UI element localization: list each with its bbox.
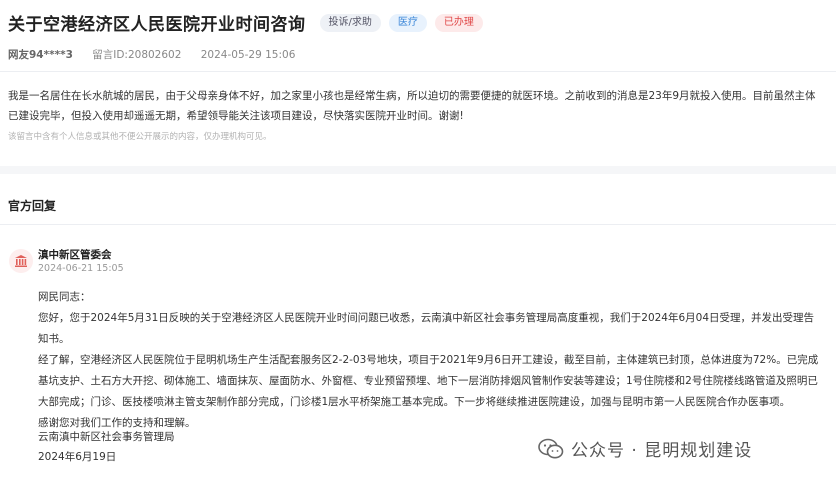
reply-paragraph: 您好，您于2024年5月31日反映的关于空港经济区人民医院开业时间问题已收悉，云… bbox=[38, 312, 815, 345]
privacy-note: 该留言中含有个人信息或其他不便公开展示的内容，仅办理机构可见。 bbox=[8, 132, 272, 142]
official-reply-heading: 官方回复 bbox=[8, 199, 57, 213]
page-title: 关于空港经济区人民医院开业时间咨询 bbox=[8, 15, 306, 35]
title-row: 关于空港经济区人民医院开业时间咨询 投诉/求助 医疗 已办理 bbox=[8, 10, 483, 35]
reply-signature: 云南滇中新区社会事务管理局 bbox=[38, 431, 175, 443]
divider bbox=[0, 71, 836, 72]
reply-paragraph: 经了解，空港经济区人民医院位于昆明机场生产生活配套服务区2-2-03号地块，项目… bbox=[38, 354, 819, 408]
reply-body: 网民同志： 您好，您于2024年5月31日反映的关于空港经济区人民医院开业时间问… bbox=[38, 287, 820, 434]
message-id: 留言ID:20802602 bbox=[92, 49, 182, 61]
category-tag: 投诉/求助 bbox=[319, 13, 381, 32]
user-name: 网友94****3 bbox=[8, 49, 73, 61]
reply-signature-date: 2024年6月19日 bbox=[38, 451, 117, 463]
org-name: 滇中新区管委会 bbox=[38, 249, 112, 261]
message-body: 我是一名居住在长水航城的居民，由于父母亲身体不好，加之家里小孩也是经常生病，所以… bbox=[8, 90, 816, 122]
divider bbox=[0, 224, 836, 225]
watermark: 公众号 · 昆明规划建设 bbox=[537, 436, 752, 461]
reply-date: 2024-06-21 15:05 bbox=[38, 263, 124, 274]
status-badge: 已办理 bbox=[434, 13, 483, 32]
section-separator bbox=[0, 166, 836, 174]
message-meta: 网友94****3 留言ID:20802602 2024-05-29 15:06 bbox=[8, 47, 295, 62]
message-datetime: 2024-05-29 15:06 bbox=[200, 49, 296, 61]
topic-tag: 医疗 bbox=[388, 13, 427, 32]
reply-greeting: 网民同志： bbox=[38, 291, 91, 303]
government-building-icon bbox=[9, 249, 33, 273]
watermark-text: 公众号 · 昆明规划建设 bbox=[571, 441, 753, 461]
wechat-icon bbox=[538, 438, 564, 458]
